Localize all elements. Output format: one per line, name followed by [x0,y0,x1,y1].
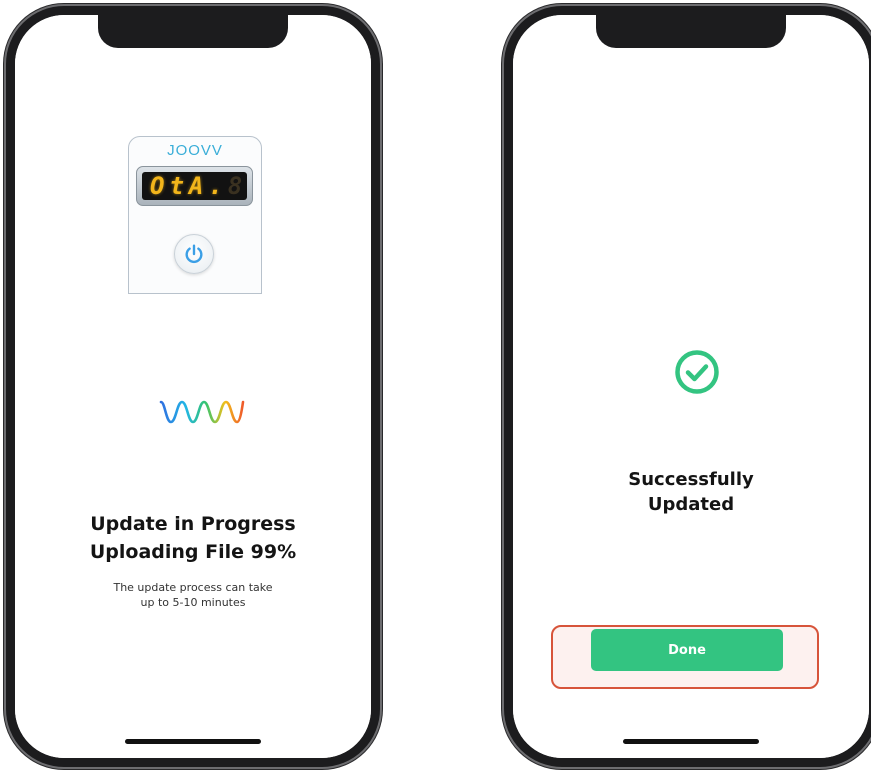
screenshot-stage: JOOVV OtA.8 Update in Progress Uploading… [0,0,871,773]
home-indicator[interactable] [125,739,261,744]
device-display-frame: OtA.8 [136,166,253,206]
phone-update-success: Successfully Updated Done [504,6,871,767]
device-display-text: OtA. [150,172,228,200]
phone-update-progress: JOOVV OtA.8 Update in Progress Uploading… [6,6,380,767]
device-brand-logo: JOOVV [167,142,223,159]
phone-notch [596,15,786,48]
update-title: Update in Progress [90,513,296,535]
phone-screen: Successfully Updated Done [513,15,869,758]
phone-screen: JOOVV OtA.8 Update in Progress Uploading… [15,15,371,758]
done-button[interactable]: Done [591,629,783,671]
joovv-device-illustration: JOOVV OtA.8 [128,136,262,294]
device-display-ghost-digit: 8 [227,172,248,200]
phone-notch [98,15,288,48]
success-title-line1: Successfully [628,469,754,490]
home-indicator[interactable] [623,739,759,744]
device-display: OtA.8 [142,172,247,200]
upload-progress-text: Uploading File 99% [89,541,297,563]
joovv-wave-logo-icon [159,400,245,424]
update-duration-note-line1: The update process can take [113,581,273,594]
device-power-button [174,234,214,274]
check-circle-icon [675,350,719,394]
success-title-line2: Updated [647,494,735,515]
power-icon [185,244,203,263]
update-duration-note-line2: up to 5-10 minutes [140,596,246,609]
